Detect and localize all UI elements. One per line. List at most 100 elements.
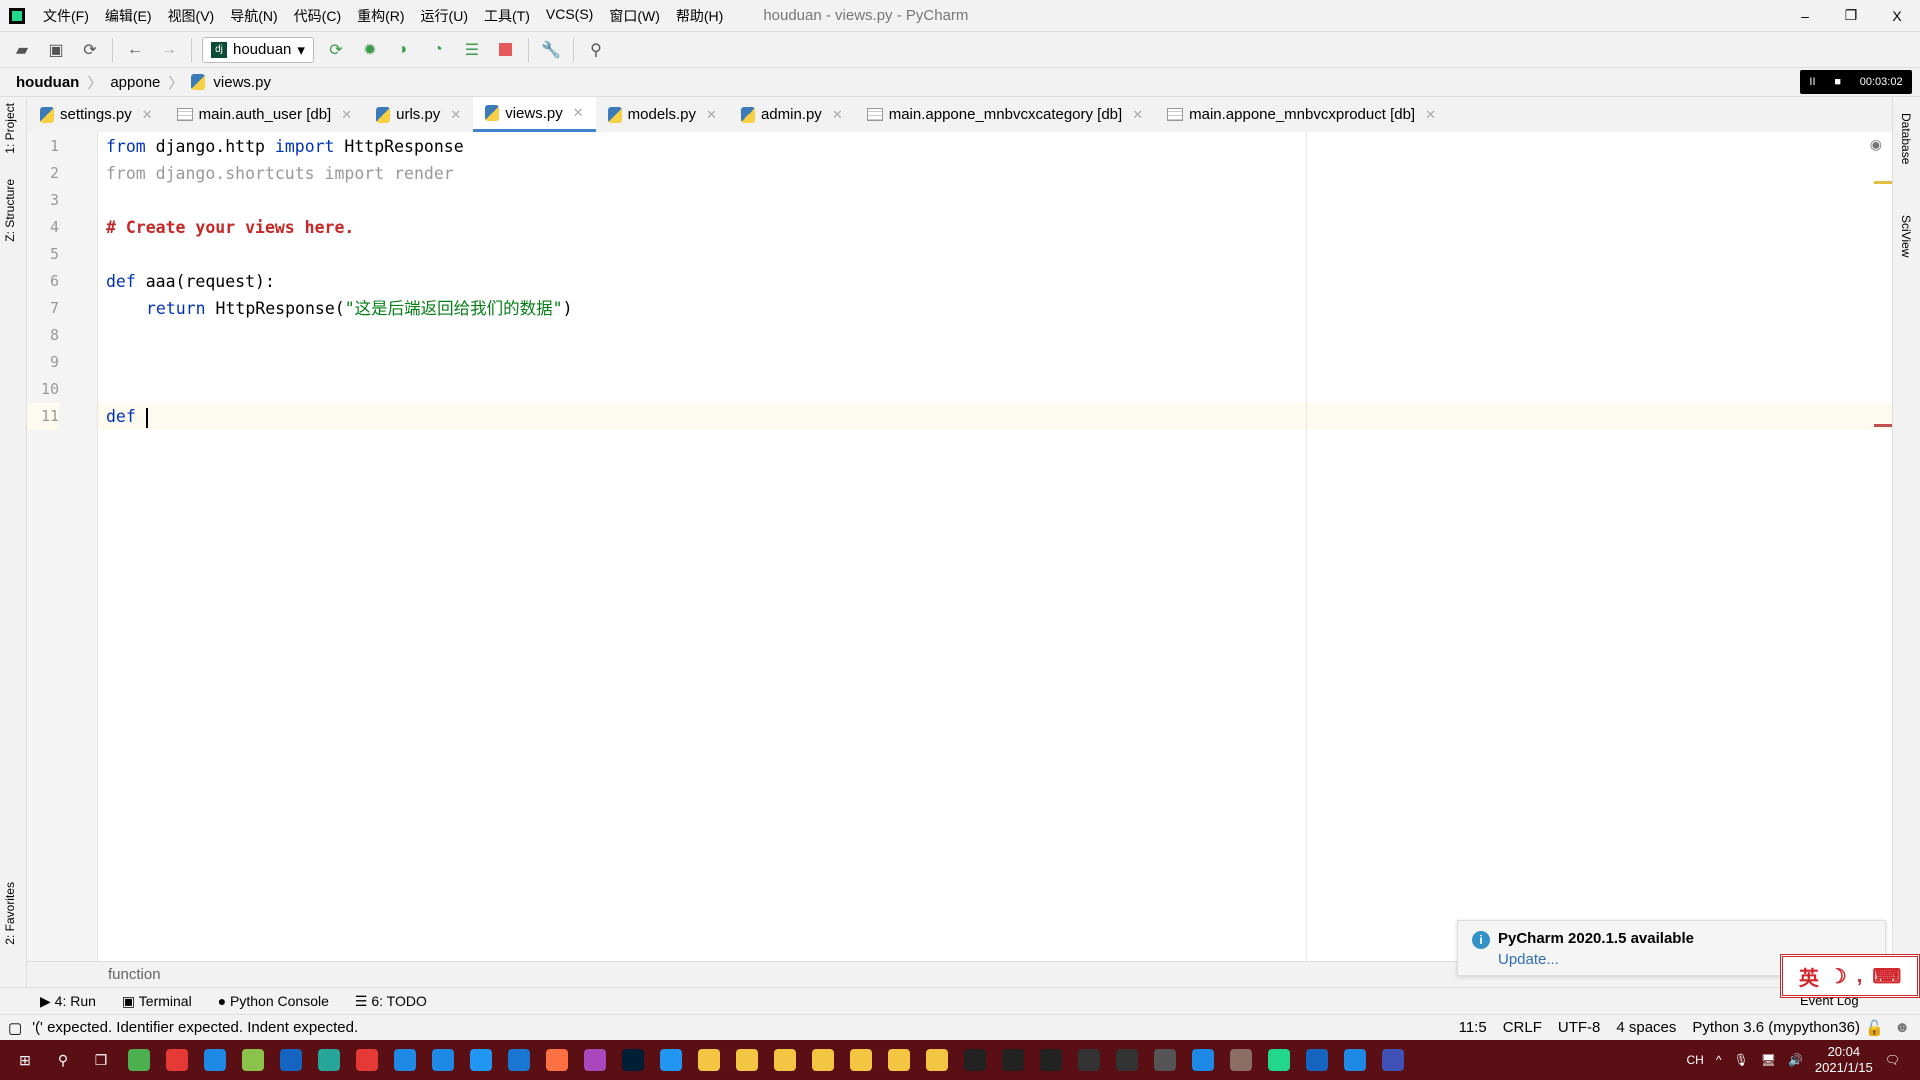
update-link[interactable]: Update... [1498, 951, 1559, 968]
tool-structure[interactable]: Z: Structure [3, 179, 17, 242]
pause-button[interactable]: II [1809, 76, 1815, 88]
tab-admin-py[interactable]: admin.py ✕ [729, 97, 855, 132]
task-view-icon[interactable]: ❐ [86, 1045, 116, 1075]
error-marker[interactable] [1874, 424, 1892, 427]
taskbar-app-icon[interactable] [314, 1045, 344, 1075]
debug-icon[interactable]: ✹ [358, 38, 382, 62]
taskbar-app-icon[interactable] [504, 1045, 534, 1075]
volume-icon[interactable]: 🔊 [1788, 1053, 1803, 1067]
forward-icon[interactable]: → [157, 38, 181, 62]
tool-todo[interactable]: ☰ 6: TODO [355, 993, 427, 1010]
taskbar-app-icon[interactable] [732, 1045, 762, 1075]
close-tab-icon[interactable]: ✕ [1425, 107, 1436, 123]
taskbar-app-icon[interactable] [1112, 1045, 1142, 1075]
run-icon[interactable]: ⟳ [324, 38, 348, 62]
taskbar-app-icon[interactable] [428, 1045, 458, 1075]
taskbar-app-icon[interactable] [466, 1045, 496, 1075]
clock[interactable]: 20:04 2021/1/15 [1815, 1044, 1873, 1076]
status-toggle-icon[interactable]: ▢ [8, 1019, 22, 1037]
warning-marker[interactable] [1874, 181, 1892, 184]
close-tab-icon[interactable]: ✕ [706, 107, 717, 123]
ime-indicator[interactable]: 英 ☽, ⌨ [1780, 954, 1920, 998]
taskbar-app-icon[interactable] [618, 1045, 648, 1075]
code-editor[interactable]: from django.http import HttpResponse fro… [98, 132, 1892, 961]
breadcrumb-folder[interactable]: appone [110, 74, 160, 91]
close-tab-icon[interactable]: ✕ [1132, 107, 1143, 123]
taskbar-app-icon[interactable] [1264, 1045, 1294, 1075]
network-icon[interactable]: 🖥 [1761, 1053, 1776, 1067]
taskbar-app-icon[interactable] [884, 1045, 914, 1075]
wrench-icon[interactable]: 🔧 [539, 38, 563, 62]
search-icon[interactable]: ⚲ [48, 1045, 78, 1075]
taskbar-app-icon[interactable] [352, 1045, 382, 1075]
tool-sciview[interactable]: SciView [1899, 215, 1913, 257]
taskbar-app-icon[interactable] [846, 1045, 876, 1075]
back-icon[interactable]: ← [123, 38, 147, 62]
tab-settings-py[interactable]: settings.py ✕ [28, 97, 165, 132]
save-icon[interactable]: ▣ [44, 38, 68, 62]
search-icon[interactable]: ⚲ [584, 38, 608, 62]
taskbar-app-icon[interactable] [808, 1045, 838, 1075]
interpreter[interactable]: Python 3.6 (mypython36) [1692, 1019, 1860, 1036]
taskbar-app-icon[interactable] [200, 1045, 230, 1075]
taskbar-app-icon[interactable] [770, 1045, 800, 1075]
tool-python-console[interactable]: ● Python Console [218, 993, 329, 1009]
taskbar-app-icon[interactable] [1188, 1045, 1218, 1075]
concurrency-icon[interactable]: ☰ [460, 38, 484, 62]
breadcrumb-project[interactable]: houduan [16, 74, 79, 91]
tool-terminal[interactable]: ▣ Terminal [122, 993, 192, 1010]
profile-icon[interactable]: ◔ [426, 38, 450, 62]
menu-item[interactable]: 代码(C) [286, 6, 349, 26]
taskbar-app-icon[interactable] [1302, 1045, 1332, 1075]
taskbar-app-icon[interactable] [1074, 1045, 1104, 1075]
taskbar-app-icon[interactable] [580, 1045, 610, 1075]
line-separator[interactable]: CRLF [1503, 1019, 1542, 1036]
lock-icon[interactable]: 🔓 [1865, 1019, 1884, 1037]
taskbar-app-icon[interactable] [1150, 1045, 1180, 1075]
menu-item[interactable]: 运行(U) [413, 6, 476, 26]
taskbar-app-icon[interactable] [390, 1045, 420, 1075]
taskbar-app-icon[interactable] [922, 1045, 952, 1075]
microphone-icon[interactable]: 🎙 [1734, 1053, 1749, 1067]
start-icon[interactable]: ⊞ [10, 1045, 40, 1075]
inspector-icon[interactable]: ☻ [1894, 1019, 1910, 1036]
run-configuration-select[interactable]: dj houduan ▾ [202, 36, 314, 63]
close-tab-icon[interactable]: ✕ [142, 107, 153, 123]
tab-models-py[interactable]: models.py ✕ [596, 97, 729, 132]
eye-icon[interactable]: ◉ [1870, 136, 1882, 153]
tool-favorites[interactable]: 2: Favorites [3, 882, 17, 945]
taskbar-app-icon[interactable] [124, 1045, 154, 1075]
close-tab-icon[interactable]: ✕ [573, 105, 584, 121]
taskbar-app-icon[interactable] [694, 1045, 724, 1075]
caret-position[interactable]: 11:5 [1459, 1019, 1487, 1036]
restore-button[interactable]: ❐ [1828, 0, 1874, 31]
tab-main-auth-user-db-[interactable]: main.auth_user [db] ✕ [165, 97, 365, 132]
menu-item[interactable]: 窗口(W) [601, 6, 668, 26]
input-language[interactable]: CH [1687, 1053, 1704, 1067]
notifications-icon[interactable]: 🗨 [1885, 1053, 1900, 1067]
tab-main-appone-mnbvcxproduct-db-[interactable]: main.appone_mnbvcxproduct [db] ✕ [1155, 97, 1448, 132]
tray-chevron-icon[interactable]: ^ [1716, 1053, 1722, 1067]
taskbar-app-icon[interactable] [542, 1045, 572, 1075]
taskbar-app-icon[interactable] [276, 1045, 306, 1075]
open-icon[interactable]: ▰ [10, 38, 34, 62]
menu-item[interactable]: 工具(T) [476, 6, 538, 26]
indent-setting[interactable]: 4 spaces [1616, 1019, 1676, 1036]
taskbar-app-icon[interactable] [656, 1045, 686, 1075]
menu-item[interactable]: 视图(V) [160, 6, 223, 26]
taskbar-app-icon[interactable] [162, 1045, 192, 1075]
close-tab-icon[interactable]: ✕ [832, 107, 843, 123]
taskbar-app-icon[interactable] [1036, 1045, 1066, 1075]
menu-item[interactable]: 帮助(H) [668, 6, 731, 26]
taskbar-app-icon[interactable] [238, 1045, 268, 1075]
menu-item[interactable]: 编辑(E) [97, 6, 160, 26]
breadcrumb-file[interactable]: views.py [213, 74, 271, 91]
close-tab-icon[interactable]: ✕ [450, 107, 461, 123]
menu-item[interactable]: 重构(R) [349, 6, 412, 26]
menu-item[interactable]: VCS(S) [538, 6, 601, 26]
tab-views-py[interactable]: views.py ✕ [473, 97, 596, 132]
taskbar-app-icon[interactable] [1226, 1045, 1256, 1075]
file-encoding[interactable]: UTF-8 [1558, 1019, 1601, 1036]
close-button[interactable]: X [1874, 0, 1920, 31]
tab-main-appone-mnbvcxcategory-db-[interactable]: main.appone_mnbvcxcategory [db] ✕ [855, 97, 1155, 132]
